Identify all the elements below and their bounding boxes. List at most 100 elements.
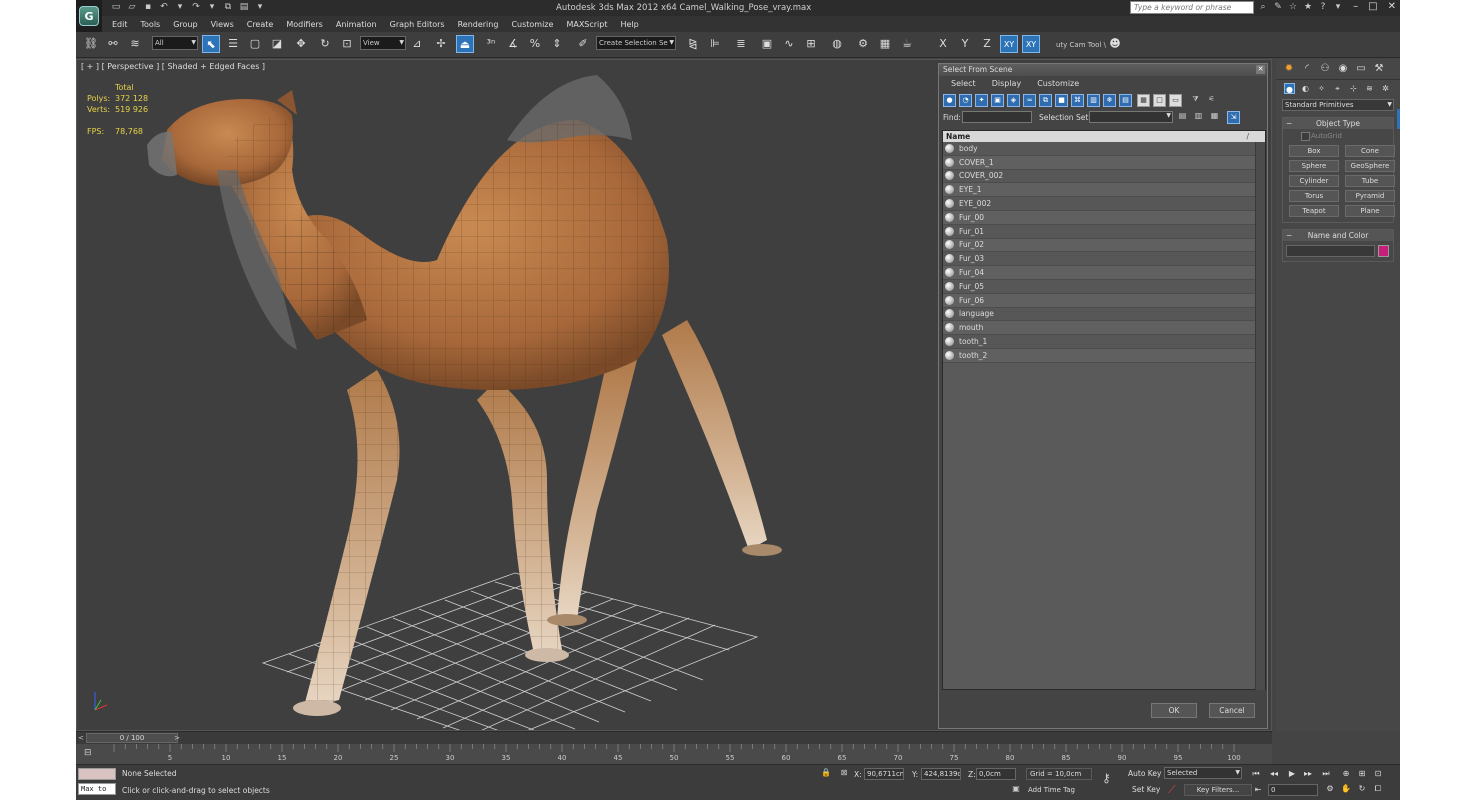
use-pivot-center-icon[interactable]: ⊿ — [408, 35, 426, 53]
object-color-swatch[interactable] — [1378, 245, 1389, 257]
select-none-icon[interactable]: ▥ — [1193, 111, 1204, 123]
display-hidden-icon[interactable]: ▤ — [1119, 94, 1132, 107]
systems-category-icon[interactable]: ✲ — [1380, 83, 1391, 94]
select-invert-icon[interactable]: ▦ — [1209, 111, 1220, 123]
menu-tools[interactable]: Tools — [141, 20, 161, 29]
key-mode-icon[interactable]: ⚷ — [1102, 771, 1111, 785]
motion-tab-icon[interactable]: ◉ — [1336, 62, 1350, 76]
zoom-extents-icon[interactable]: ⊡ — [1372, 768, 1384, 779]
edit-named-selection-icon[interactable]: ✐ — [574, 35, 592, 53]
cam-tool-label[interactable]: uty Cam Tool \ — [1056, 41, 1106, 49]
list-item[interactable]: EYE_002 — [943, 197, 1265, 211]
axis-z-button[interactable]: Z — [978, 35, 996, 53]
time-tag-icon[interactable]: ▣ — [1010, 784, 1022, 796]
render-setup-icon[interactable]: ⚙ — [854, 35, 872, 53]
axis-x-button[interactable]: X — [934, 35, 952, 53]
undo-dropdown-icon[interactable]: ▾ — [174, 2, 186, 13]
display-frozen-icon[interactable]: ❄ — [1103, 94, 1116, 107]
bind-space-warp-icon[interactable]: ≋ — [126, 35, 144, 53]
favorites-icon[interactable]: ★ — [1303, 2, 1313, 12]
list-item[interactable]: Fur_06 — [943, 293, 1265, 308]
geometry-category-icon[interactable]: ● — [1284, 83, 1295, 94]
render-production-icon[interactable]: ☕ — [898, 35, 916, 53]
spinner-snap-icon[interactable]: ⇕ — [548, 35, 566, 53]
display-tab-icon[interactable]: ▭ — [1354, 62, 1368, 76]
x-coord-field[interactable]: 90,6711cm — [864, 768, 904, 780]
communication-icon[interactable]: ☆ — [1288, 2, 1298, 12]
find-input[interactable] — [962, 111, 1032, 123]
lights-category-icon[interactable]: ✧ — [1316, 83, 1327, 94]
hierarchy-tab-icon[interactable]: ⚇ — [1318, 62, 1332, 76]
teapot-button[interactable]: Teapot — [1289, 205, 1339, 217]
list-item[interactable]: COVER_002 — [943, 169, 1265, 184]
display-all-icon[interactable]: ▦ — [1137, 94, 1150, 107]
cam-tool-icon[interactable]: ☻ — [1106, 35, 1124, 53]
autogrid-checkbox[interactable]: AutoGrid — [1283, 129, 1393, 142]
list-item[interactable]: body — [943, 142, 1265, 156]
maximize-icon[interactable]: □ — [1368, 1, 1377, 12]
menu-graph-editors[interactable]: Graph Editors — [390, 20, 445, 29]
dialog-menu-customize[interactable]: Customize — [1037, 79, 1079, 88]
go-to-end-icon[interactable]: ⏭ — [1320, 768, 1332, 779]
angle-snap-icon[interactable]: ∡ — [504, 35, 522, 53]
torus-button[interactable]: Torus — [1289, 190, 1339, 202]
maxscript-listener-output[interactable] — [78, 768, 116, 780]
zoom-all-icon[interactable]: ⊞ — [1356, 768, 1368, 779]
list-item[interactable]: Fur_00 — [943, 210, 1265, 225]
selection-set-dropdown[interactable] — [1089, 111, 1173, 123]
display-containers-icon[interactable]: ▥ — [1087, 94, 1100, 107]
menu-edit[interactable]: Edit — [112, 20, 128, 29]
new-file-icon[interactable]: ▭ — [110, 2, 122, 13]
ok-button[interactable]: OK — [1151, 703, 1197, 718]
menu-group[interactable]: Group — [173, 20, 197, 29]
graphite-toggle-icon[interactable]: ▣ — [758, 35, 776, 53]
sphere-button[interactable]: Sphere — [1289, 160, 1339, 172]
sync-selection-icon[interactable]: ⇲ — [1227, 111, 1240, 124]
key-selection-dropdown[interactable]: Selected — [1164, 767, 1242, 779]
selection-lock-icon[interactable]: 🔒 — [820, 768, 832, 780]
box-button[interactable]: Box — [1289, 145, 1339, 157]
list-item[interactable]: COVER_1 — [943, 155, 1265, 170]
menu-modifiers[interactable]: Modifiers — [286, 20, 323, 29]
list-item[interactable]: Fur_04 — [943, 266, 1265, 280]
zoom-icon[interactable]: ⊕ — [1340, 768, 1352, 779]
redo-icon[interactable]: ↷ — [190, 2, 202, 13]
rendered-frame-window-icon[interactable]: ▦ — [876, 35, 894, 53]
add-time-tag[interactable]: Add Time Tag — [1028, 786, 1075, 794]
fetch-icon[interactable]: ▤ — [238, 2, 250, 13]
list-item[interactable]: Fur_03 — [943, 252, 1265, 267]
subscription-icon[interactable]: ✎ — [1273, 2, 1283, 12]
pan-icon[interactable]: ✋ — [1340, 784, 1352, 796]
object-type-title[interactable]: Object Type — [1283, 118, 1393, 129]
filter-settings-icon[interactable]: ⚟ — [1205, 94, 1218, 107]
redo-dropdown-icon[interactable]: ▾ — [206, 2, 218, 13]
select-and-link-icon[interactable]: ⛓ — [82, 35, 100, 53]
dialog-menu-display[interactable]: Display — [992, 79, 1022, 88]
list-header-name[interactable]: Name / — [943, 131, 1265, 142]
display-groups-icon[interactable]: ⧉ — [1039, 94, 1052, 107]
maxscript-mini-listener[interactable]: Max to — [78, 783, 116, 795]
select-and-scale-icon[interactable]: ⊡ — [338, 35, 356, 53]
dialog-menu-select[interactable]: Select — [951, 79, 976, 88]
absolute-relative-icon[interactable]: ⊠ — [838, 768, 850, 780]
pyramid-button[interactable]: Pyramid — [1345, 190, 1395, 202]
filter-funnel-icon[interactable]: ⧩ — [1189, 94, 1202, 107]
display-spacewarps-icon[interactable]: ≈ — [1023, 94, 1036, 107]
binoculars-icon[interactable]: ⌕ — [1258, 2, 1268, 12]
z-coord-field[interactable]: 0,0cm — [976, 768, 1016, 780]
menu-rendering[interactable]: Rendering — [458, 20, 499, 29]
undo-icon[interactable]: ↶ — [158, 2, 170, 13]
window-crossing-icon[interactable]: ◪ — [268, 35, 286, 53]
keyboard-shortcut-override-icon[interactable]: ⏏ — [456, 35, 474, 53]
menu-animation[interactable]: Animation — [336, 20, 377, 29]
next-frame-icon[interactable]: ▸▸ — [1302, 768, 1314, 779]
snaps-toggle-icon[interactable]: ³ⁿ — [482, 35, 500, 53]
align-icon[interactable]: ⊫ — [706, 35, 724, 53]
menu-create[interactable]: Create — [247, 20, 274, 29]
dialog-close-icon[interactable]: ✕ — [1256, 65, 1265, 74]
unlink-icon[interactable]: ⚯ — [104, 35, 122, 53]
select-and-manipulate-icon[interactable]: ✢ — [432, 35, 450, 53]
spacewarps-category-icon[interactable]: ≋ — [1364, 83, 1375, 94]
command-panel-scrollbar[interactable] — [1397, 109, 1400, 129]
plane-button[interactable]: Plane — [1345, 205, 1395, 217]
